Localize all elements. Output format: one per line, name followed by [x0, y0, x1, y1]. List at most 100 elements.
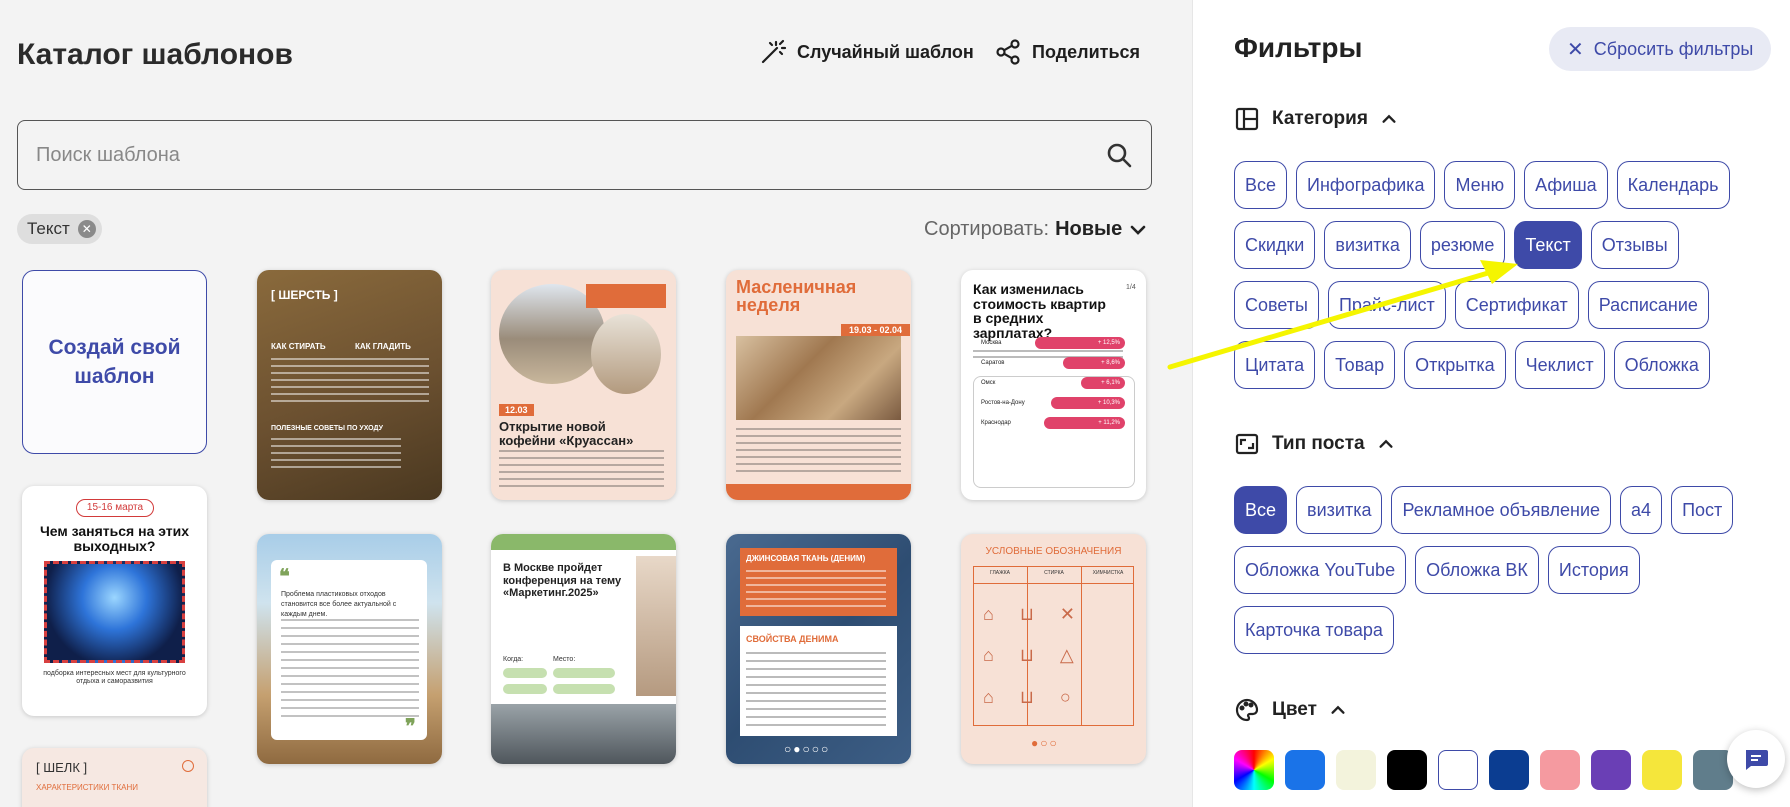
- maslenitsa-photo: [736, 336, 901, 420]
- color-swatch[interactable]: [1234, 750, 1274, 790]
- filter-panel: Фильтры ✕ Сбросить фильтры Категория Все…: [1192, 0, 1790, 807]
- wool-title: [ ШЕРСТЬ ]: [271, 288, 338, 302]
- create-template-card[interactable]: Создай свой шаблон: [22, 270, 207, 454]
- color-swatch[interactable]: [1387, 750, 1427, 790]
- post-type-section-header[interactable]: Тип поста: [1234, 431, 1395, 457]
- remove-filter-icon[interactable]: ✕: [77, 220, 96, 238]
- post-type-tag[interactable]: Карточка товара: [1234, 606, 1394, 654]
- category-tag[interactable]: Инфографика: [1296, 161, 1436, 209]
- template-card-cafe[interactable]: 12.03 Открытие новой кофейни «Круассан»: [491, 270, 676, 500]
- search-input[interactable]: [36, 143, 1105, 167]
- apartment-bar: + 12,5%: [1035, 337, 1125, 349]
- laundry-icons: ⌂⊔✕ ⌂⊔△ ⌂⊔○: [983, 604, 1101, 707]
- weekend-badge: 15-16 марта: [76, 499, 154, 517]
- conference-green-bar: [491, 534, 676, 550]
- maslenitsa-footer: [726, 484, 911, 500]
- post-type-tag[interactable]: визитка: [1296, 486, 1383, 534]
- cafe-title: Открытие новой кофейни «Круассан»: [499, 419, 634, 449]
- plastic-text-lines: [281, 619, 419, 719]
- color-swatch[interactable]: [1540, 750, 1580, 790]
- random-template-button[interactable]: Случайный шаблон: [759, 38, 974, 66]
- category-tag[interactable]: Афиша: [1524, 161, 1608, 209]
- category-tag[interactable]: Чеклист: [1514, 341, 1605, 389]
- active-filter-chip: Текст ✕: [17, 214, 102, 244]
- share-button[interactable]: Поделиться: [994, 38, 1140, 66]
- page-title: Каталог шаблонов: [17, 38, 293, 71]
- category-tag[interactable]: Открытка: [1404, 341, 1506, 389]
- category-tag[interactable]: Все: [1234, 161, 1288, 209]
- category-tag[interactable]: Расписание: [1587, 281, 1709, 329]
- symbols-title: УСЛОВНЫЕ ОБОЗНАЧЕНИЯ: [985, 546, 1122, 557]
- category-section-header[interactable]: Категория: [1234, 106, 1398, 132]
- template-card-wool[interactable]: [ ШЕРСТЬ ] КАК СТИРАТЬ КАК ГЛАДИТЬ ПОЛЕЗ…: [257, 270, 442, 500]
- apartments-table-box: [973, 376, 1135, 488]
- close-icon: ✕: [1567, 38, 1584, 61]
- silk-circle-icon: [182, 760, 194, 772]
- post-type-tag[interactable]: Все: [1234, 486, 1288, 534]
- active-filter-label: Текст: [27, 219, 70, 238]
- template-card-denim[interactable]: ДЖИНСОВАЯ ТКАНЬ (ДЕНИМ) СВОЙСТВА ДЕНИМА …: [726, 534, 911, 764]
- post-type-tags: Все визитка Рекламное объявление а4 Пост Обло…: [1234, 486, 1754, 654]
- category-tag[interactable]: Скидки: [1234, 221, 1316, 269]
- category-tag[interactable]: Советы: [1234, 281, 1319, 329]
- template-card-silk[interactable]: [ ШЕЛК ] ХАРАКТЕРИСТИКИ ТКАНИ: [22, 748, 207, 807]
- category-tag[interactable]: Товар: [1324, 341, 1396, 389]
- apartments-title: Как изменилась стоимость квартир в средн…: [973, 281, 1106, 342]
- color-swatch[interactable]: [1285, 750, 1325, 790]
- post-type-tag[interactable]: Обложка ВК: [1415, 546, 1539, 594]
- category-tag[interactable]: Цитата: [1234, 341, 1316, 389]
- reset-filters-label: Сбросить фильтры: [1593, 38, 1754, 59]
- category-tag[interactable]: Календарь: [1616, 161, 1730, 209]
- quote-open-icon: ❝: [279, 566, 290, 588]
- maslenitsa-dates: 19.03 - 02.04: [841, 324, 911, 336]
- category-tag[interactable]: Прайс-лист: [1327, 281, 1446, 329]
- random-template-label: Случайный шаблон: [797, 41, 974, 62]
- template-card-plastic[interactable]: ❝ Проблема пластиковых отходов становитс…: [257, 534, 442, 764]
- reset-filters-button[interactable]: ✕ Сбросить фильтры: [1549, 27, 1772, 71]
- color-swatch[interactable]: [1489, 750, 1529, 790]
- color-swatch[interactable]: [1438, 750, 1478, 790]
- conference-pill-3: [503, 684, 547, 694]
- magic-wand-icon: [761, 39, 787, 64]
- color-swatch[interactable]: [1336, 750, 1376, 790]
- color-label: Цвет: [1272, 699, 1317, 720]
- sort-dropdown[interactable]: Сортировать: Новые: [924, 218, 1148, 241]
- post-type-tag[interactable]: Рекламное объявление: [1391, 486, 1612, 534]
- search-icon[interactable]: [1105, 141, 1133, 169]
- template-card-symbols[interactable]: УСЛОВНЫЕ ОБОЗНАЧЕНИЯ ГЛАЖКА СТИРКА ХИМЧИ…: [961, 534, 1146, 764]
- color-swatch[interactable]: [1591, 750, 1631, 790]
- category-tag[interactable]: резюме: [1419, 221, 1506, 269]
- category-tag[interactable]: визитка: [1324, 221, 1411, 269]
- denim-sub: СВОЙСТВА ДЕНИМА: [746, 634, 839, 644]
- conference-photo-bottom: [491, 704, 676, 764]
- chat-icon: [1746, 750, 1768, 770]
- pagination-dots-2: ●○○: [1031, 736, 1059, 750]
- apartment-bar: + 8,6%: [1063, 357, 1125, 369]
- chevron-up-icon: [1382, 114, 1396, 123]
- template-card-apartments[interactable]: Как изменилась стоимость квартир в средн…: [961, 270, 1146, 500]
- silk-sub: ХАРАКТЕРИСТИКИ ТКАНИ: [36, 783, 138, 792]
- category-tag[interactable]: Обложка: [1613, 341, 1710, 389]
- conference-where-label: Место:: [553, 656, 576, 663]
- silk-title: [ ШЕЛК ]: [36, 760, 88, 775]
- post-type-tag[interactable]: История: [1547, 546, 1640, 594]
- wool-text-lines: [271, 358, 429, 402]
- category-tag[interactable]: Отзывы: [1590, 221, 1679, 269]
- category-tag[interactable]: Текст: [1514, 221, 1582, 269]
- category-tag[interactable]: Сертификат: [1454, 281, 1579, 329]
- post-type-tag[interactable]: а4: [1620, 486, 1663, 534]
- post-type-tag[interactable]: Пост: [1671, 486, 1734, 534]
- denim-title: ДЖИНСОВАЯ ТКАНЬ (ДЕНИМ): [746, 554, 866, 563]
- layout-icon: [1235, 107, 1259, 131]
- post-type-label: Тип поста: [1272, 433, 1365, 454]
- denim-body-lines: [746, 652, 886, 728]
- template-card-maslenitsa[interactable]: Масленичная неделя 19.03 - 02.04: [726, 270, 911, 500]
- category-tag[interactable]: Меню: [1444, 161, 1516, 209]
- chat-button[interactable]: [1727, 730, 1785, 788]
- template-card-weekend[interactable]: 15-16 марта Чем заняться на этих выходны…: [22, 486, 207, 716]
- apartment-bar: + 6,1%: [1081, 377, 1125, 389]
- color-section-header[interactable]: Цвет: [1234, 697, 1347, 723]
- template-card-conference[interactable]: В Москве пройдет конференция на тему «Ма…: [491, 534, 676, 764]
- post-type-tag[interactable]: Обложка YouTube: [1234, 546, 1407, 594]
- color-swatch[interactable]: [1642, 750, 1682, 790]
